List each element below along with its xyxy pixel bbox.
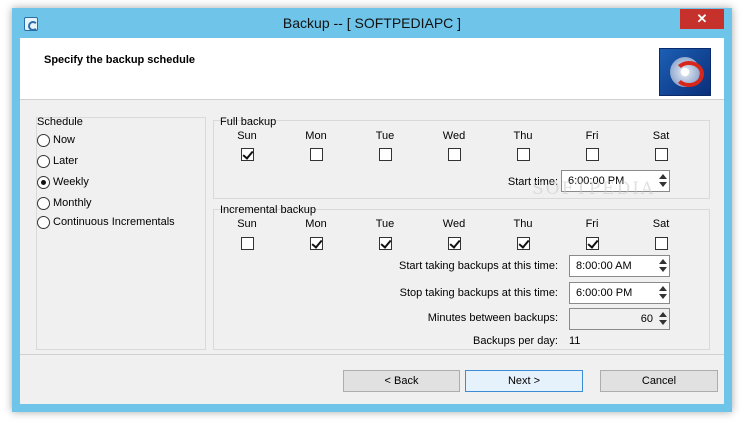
inc-checkbox-mon[interactable] (310, 237, 323, 250)
inc-stop-label: Stop taking backups at this time: (399, 287, 558, 299)
full-day-label-mon: Mon (305, 130, 327, 142)
schedule-option-continuous-incrementals[interactable]: Continuous Incrementals (37, 214, 175, 230)
page-title: Specify the backup schedule (44, 54, 195, 66)
inc-minutes-spinner[interactable] (658, 310, 668, 328)
schedule-radio[interactable] (37, 175, 50, 189)
watermark: SOFTPEDIA (532, 179, 656, 199)
title-bar[interactable]: Backup -- [ SOFTPEDIAPC ] ✕ (12, 8, 732, 38)
window-title: Backup -- [ SOFTPEDIAPC ] (282, 15, 462, 31)
inc-day-label-wed: Wed (442, 218, 466, 230)
inc-per-day-label: Backups per day: (473, 335, 558, 347)
inc-stop-time-spinner[interactable] (658, 284, 668, 302)
full-day-label-thu: Thu (513, 130, 533, 142)
inc-per-day-value: 11 (569, 335, 581, 347)
inc-checkbox-wed[interactable] (448, 237, 461, 250)
inc-day-label-sun: Sun (237, 218, 257, 230)
schedule-option-now[interactable]: Now (37, 132, 75, 148)
full-day-label-tue: Tue (375, 130, 395, 142)
footer-divider (20, 354, 724, 355)
schedule-option-weekly[interactable]: Weekly (37, 174, 89, 190)
inc-checkbox-sun[interactable] (241, 237, 254, 250)
backup-window: Backup -- [ SOFTPEDIAPC ] ✕ Specify the … (12, 8, 732, 412)
inc-stop-time-field[interactable]: 6:00:00 PM (569, 282, 670, 304)
inc-day-label-mon: Mon (305, 218, 327, 230)
full-backup-group-label: Full backup (220, 116, 277, 128)
inc-checkbox-thu[interactable] (517, 237, 530, 250)
wizard-header: Specify the backup schedule (20, 38, 724, 100)
back-button[interactable]: < Back (343, 370, 460, 392)
schedule-group-label: Schedule (37, 116, 83, 128)
full-day-label-wed: Wed (442, 130, 466, 142)
schedule-option-label: Later (53, 155, 79, 167)
close-button[interactable]: ✕ (680, 9, 724, 29)
full-checkbox-sun[interactable] (241, 148, 254, 161)
schedule-option-label: Monthly (53, 197, 92, 209)
full-day-label-fri: Fri (585, 130, 599, 142)
next-button[interactable]: Next > (465, 370, 583, 392)
full-start-time-spinner[interactable] (658, 172, 668, 190)
inc-start-time-field[interactable]: 8:00:00 AM (569, 255, 670, 277)
inc-start-label: Start taking backups at this time: (399, 260, 558, 272)
schedule-radio[interactable] (37, 196, 50, 210)
backup-disc-icon (659, 48, 711, 96)
full-checkbox-wed[interactable] (448, 148, 461, 161)
wizard-client-area: Specify the backup schedule Schedule Now… (20, 38, 724, 404)
inc-day-label-tue: Tue (375, 218, 395, 230)
inc-minutes-label: Minutes between backups: (427, 312, 558, 324)
inc-checkbox-tue[interactable] (379, 237, 392, 250)
full-day-label-sat: Sat (652, 130, 670, 142)
inc-day-label-sat: Sat (652, 218, 670, 230)
full-checkbox-fri[interactable] (586, 148, 599, 161)
full-day-label-sun: Sun (237, 130, 257, 142)
schedule-option-later[interactable]: Later (37, 153, 78, 169)
inc-day-label-fri: Fri (585, 218, 599, 230)
schedule-radio[interactable] (37, 215, 50, 229)
inc-minutes-field[interactable]: 60 (569, 308, 670, 330)
inc-checkbox-sat[interactable] (655, 237, 668, 250)
schedule-option-monthly[interactable]: Monthly (37, 195, 92, 211)
schedule-option-label: Continuous Incrementals (53, 216, 175, 228)
full-checkbox-thu[interactable] (517, 148, 530, 161)
schedule-option-label: Now (53, 134, 76, 146)
inc-start-time-spinner[interactable] (658, 257, 668, 275)
full-checkbox-mon[interactable] (310, 148, 323, 161)
schedule-radio[interactable] (37, 133, 50, 147)
full-checkbox-tue[interactable] (379, 148, 392, 161)
inc-day-label-thu: Thu (513, 218, 533, 230)
incremental-backup-group-label: Incremental backup (220, 204, 316, 216)
schedule-radio[interactable] (37, 154, 50, 168)
schedule-option-label: Weekly (53, 176, 89, 188)
schedule-group (36, 117, 206, 350)
inc-checkbox-fri[interactable] (586, 237, 599, 250)
cancel-button[interactable]: Cancel (600, 370, 718, 392)
full-checkbox-sat[interactable] (655, 148, 668, 161)
